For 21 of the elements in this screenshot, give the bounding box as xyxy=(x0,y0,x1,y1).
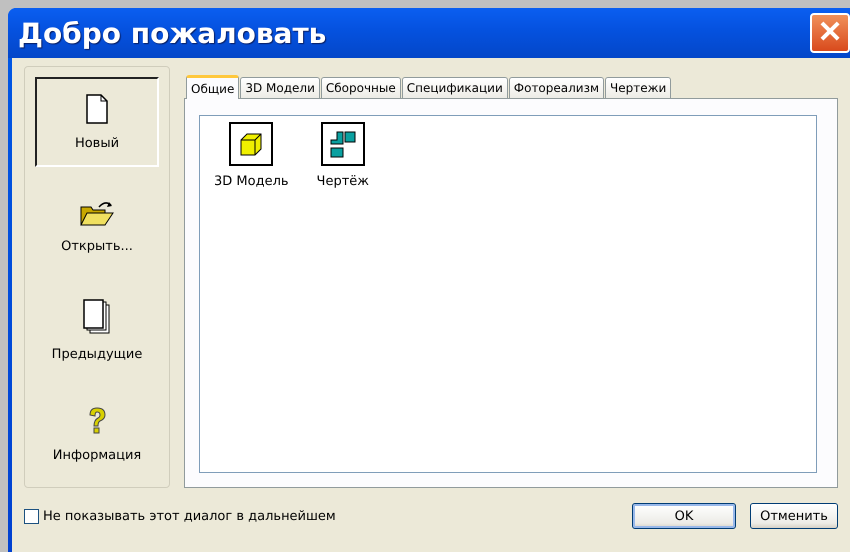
tab[interactable]: Спецификации xyxy=(402,77,508,98)
tab[interactable]: Сборочные xyxy=(320,77,401,98)
ok-button[interactable]: OK xyxy=(632,503,736,529)
drawing-sheet-icon xyxy=(320,122,365,166)
sidebar-item[interactable]: Новый xyxy=(35,77,159,167)
template-item[interactable]: 3D Модель xyxy=(214,122,289,189)
template-item[interactable]: Чертёж xyxy=(316,122,369,189)
sidebar-item[interactable]: Открыть... xyxy=(35,181,159,271)
checkbox[interactable] xyxy=(24,508,39,524)
tab[interactable]: 3D Модели xyxy=(240,77,320,98)
window-title: Добро пожаловать xyxy=(18,16,326,50)
blank-page-icon xyxy=(85,94,109,124)
sidebar-item[interactable]: Информация xyxy=(35,389,159,479)
tab[interactable]: Общие xyxy=(186,75,240,99)
cancel-button[interactable]: Отменить xyxy=(750,503,838,529)
dont-show-checkbox[interactable]: Не показывать этот диалог в дальнейшем xyxy=(24,508,336,524)
tab[interactable]: Чертежи xyxy=(605,77,672,98)
sidebar-item[interactable]: Предыдущие xyxy=(35,285,159,375)
cube-icon xyxy=(229,122,274,166)
tab[interactable]: Фотореализм xyxy=(508,77,604,98)
pages-icon xyxy=(83,298,111,334)
